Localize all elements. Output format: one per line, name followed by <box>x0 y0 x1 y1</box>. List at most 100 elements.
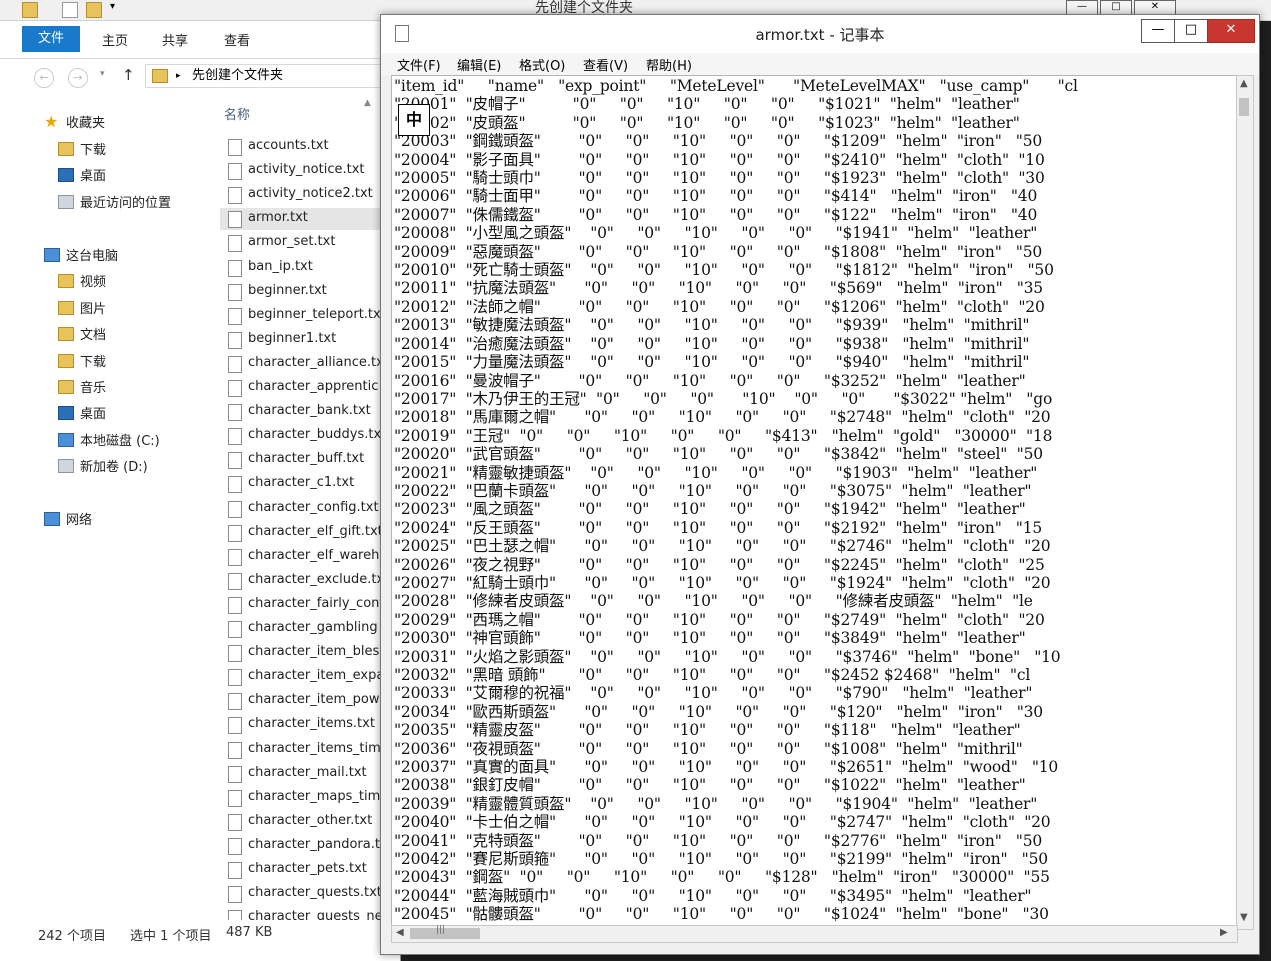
tab-share[interactable]: 共享 <box>162 30 188 49</box>
status-size: 487 KB <box>226 925 273 940</box>
tab-home[interactable]: 主页 <box>102 30 128 49</box>
file-item[interactable]: character_item_bless <box>220 642 400 664</box>
nav-item-documents[interactable]: 文档 <box>58 324 106 343</box>
menu-edit[interactable]: 编辑(E) <box>457 55 501 74</box>
file-item[interactable]: beginner_teleport.tx <box>220 305 400 327</box>
file-item[interactable]: armor_set.txt <box>220 232 400 254</box>
menu-help[interactable]: 帮助(H) <box>646 55 692 74</box>
text-line: "20028" "修練者皮頭盔" "0" "0" "10" "0" "0" "修… <box>394 592 1033 611</box>
menu-view[interactable]: 查看(V) <box>583 55 628 74</box>
new-folder-icon[interactable] <box>86 2 102 18</box>
up-button[interactable]: ↑ <box>122 66 135 84</box>
notepad-minimize-button[interactable]: — <box>1141 19 1175 43</box>
vertical-scrollbar[interactable]: ▲ ▼ <box>1236 75 1254 930</box>
file-name: character_buff.txt <box>248 451 365 467</box>
nav-item-downloads[interactable]: 下载 <box>58 139 106 158</box>
nav-item-drive-d[interactable]: 新加卷 (D:) <box>58 456 148 475</box>
text-line: "20004" "影子面具" "0" "0" "10" "0" "0" "$24… <box>394 150 1045 169</box>
scroll-down-arrow-icon[interactable]: ▼ <box>1240 912 1248 923</box>
recent-locations-dropdown-icon[interactable]: ▾ <box>100 69 105 79</box>
file-item[interactable]: activity_notice2.txt <box>220 184 400 206</box>
text-content[interactable]: "item_id" "name" "exp_point" "MeteLevel"… <box>394 77 1078 924</box>
scroll-right-arrow-icon[interactable]: ▶ <box>1220 927 1228 938</box>
horizontal-scroll-thumb[interactable]: ||| <box>410 925 480 939</box>
file-item[interactable]: character_item_expa <box>220 666 400 688</box>
forward-button[interactable]: → <box>68 68 88 88</box>
text-file-icon <box>228 765 242 783</box>
text-editor-area[interactable]: "item_id" "name" "exp_point" "MeteLevel"… <box>391 75 1238 930</box>
menu-format[interactable]: 格式(O) <box>519 55 565 74</box>
back-button[interactable]: ← <box>34 68 54 88</box>
file-item[interactable]: character_exclude.tx <box>220 570 400 592</box>
file-item[interactable]: character_config.txt <box>220 498 400 520</box>
nav-item-desktop-pc[interactable]: 桌面 <box>58 403 106 422</box>
nav-item-videos[interactable]: 视频 <box>58 271 106 290</box>
navigation-pane: ★ 收藏夹 下载 桌面 最近访问的位置 这台电脑 视频 图片 文档 下载 音乐 桌… <box>0 100 215 920</box>
scroll-up-arrow-icon[interactable]: ▲ <box>1240 78 1248 89</box>
quick-access-dropdown-icon[interactable]: ▾ <box>110 1 115 12</box>
text-line: "20006" "騎士面甲" "0" "0" "10" "0" "0" "$41… <box>394 187 1038 206</box>
breadcrumb[interactable]: 先创建个文件夹 <box>192 65 283 87</box>
file-item[interactable]: character_elf_gift.txt <box>220 522 400 544</box>
tab-view[interactable]: 查看 <box>224 30 250 49</box>
file-item[interactable]: character_alliance.tx <box>220 353 400 375</box>
file-item[interactable]: beginner1.txt <box>220 329 400 351</box>
nav-item-recent-places[interactable]: 最近访问的位置 <box>58 192 171 211</box>
nav-item-music[interactable]: 音乐 <box>58 377 106 396</box>
file-item[interactable]: character_apprentic <box>220 377 400 399</box>
nav-item-downloads-pc[interactable]: 下载 <box>58 351 106 370</box>
file-item[interactable]: character_quests_ne <box>220 907 400 920</box>
ime-indicator[interactable]: 中 <box>398 104 430 136</box>
file-item[interactable]: character_items_tim <box>220 739 400 761</box>
horizontal-scrollbar[interactable]: ◀ ||| ▶ <box>391 925 1238 943</box>
file-item[interactable]: armor.txt <box>220 208 400 231</box>
scroll-left-arrow-icon[interactable]: ◀ <box>396 927 404 938</box>
notepad-close-button[interactable]: ✕ <box>1207 19 1255 43</box>
text-file-icon <box>228 717 242 735</box>
menu-file[interactable]: 文件(F) <box>397 55 441 74</box>
status-selection: 选中 1 个项目 <box>130 929 212 944</box>
file-item[interactable]: character_buff.txt <box>220 449 400 471</box>
text-line: "20026" "夜之視野" "0" "0" "10" "0" "0" "$22… <box>394 555 1045 574</box>
nav-item-favorites[interactable]: ★ 收藏夹 <box>44 112 105 131</box>
file-item[interactable]: character_elf_wareh <box>220 546 400 568</box>
local-disk-icon <box>58 432 74 447</box>
file-item[interactable]: character_bank.txt <box>220 401 400 423</box>
text-file-icon <box>228 524 242 542</box>
file-name: character_pandora.t <box>248 836 380 852</box>
file-item[interactable]: character_pandora.t <box>220 835 400 857</box>
file-item[interactable]: character_other.txt <box>220 811 400 833</box>
file-item[interactable]: character_maps_tim <box>220 787 400 809</box>
new-document-icon[interactable] <box>62 2 78 18</box>
file-item[interactable]: character_fairly_conf <box>220 594 400 616</box>
file-item[interactable]: character_gambling <box>220 618 400 640</box>
nav-item-pictures[interactable]: 图片 <box>58 298 106 317</box>
file-item[interactable]: character_item_pow <box>220 690 400 712</box>
column-header-name[interactable]: 名称 <box>224 104 250 123</box>
file-name: character_apprentic <box>248 379 379 394</box>
address-box[interactable]: ▸ 先创建个文件夹 <box>145 64 387 88</box>
file-item[interactable]: character_quests.txt <box>220 883 400 905</box>
nav-item-this-pc[interactable]: 这台电脑 <box>44 245 118 264</box>
nav-item-label: 网络 <box>66 513 93 528</box>
text-file-icon <box>228 572 242 590</box>
notepad-maximize-button[interactable]: □ <box>1174 19 1208 43</box>
nav-item-network[interactable]: 网络 <box>44 509 92 528</box>
tab-file[interactable]: 文件 <box>22 26 80 52</box>
file-item[interactable]: character_mail.txt <box>220 763 400 785</box>
file-item[interactable]: character_pets.txt <box>220 859 400 881</box>
nav-item-desktop[interactable]: 桌面 <box>58 165 106 184</box>
text-line: "20017" "木乃伊王的王冠" "0" "0" "0" "10" "0" "… <box>394 389 1053 408</box>
nav-item-local-disk-c[interactable]: 本地磁盘 (C:) <box>58 430 160 449</box>
text-file-icon <box>228 428 242 446</box>
file-item[interactable]: character_c1.txt <box>220 473 400 495</box>
file-item[interactable]: character_items.txt <box>220 714 400 736</box>
file-item[interactable]: beginner.txt <box>220 281 400 303</box>
file-item[interactable]: character_buddys.tx <box>220 425 400 447</box>
vertical-scroll-thumb[interactable] <box>1239 98 1249 116</box>
file-item[interactable]: ban_ip.txt <box>220 257 400 279</box>
text-line: "20027" "紅騎士頭巾" "0" "0" "10" "0" "0" "$1… <box>394 573 1051 592</box>
file-item[interactable]: accounts.txt <box>220 136 400 158</box>
folder-icon <box>22 2 38 18</box>
file-item[interactable]: activity_notice.txt <box>220 160 400 182</box>
